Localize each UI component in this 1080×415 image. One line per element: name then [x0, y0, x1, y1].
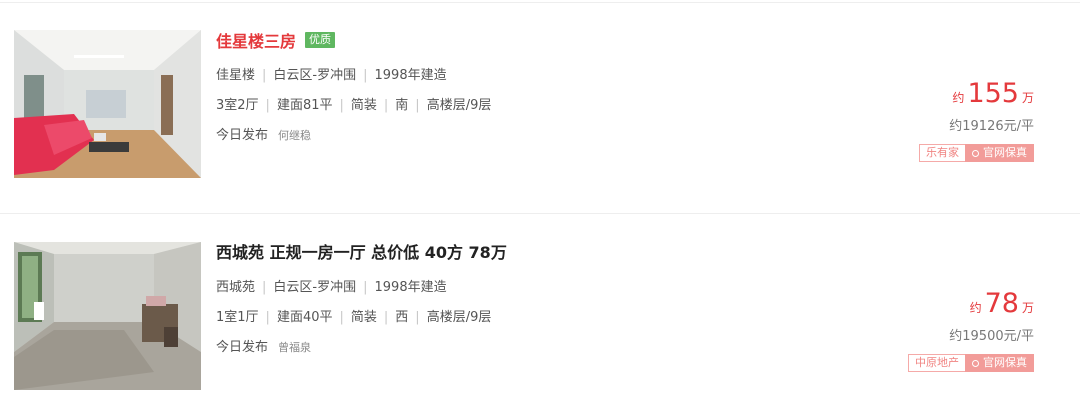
location-line: 西城苑 | 白云区-罗冲围 | 1998年建造	[216, 280, 447, 295]
guarantee-label: 官网保真	[983, 146, 1027, 159]
district-label: 白云区-罗冲围	[273, 280, 357, 295]
agency-tag[interactable]: 中原地产	[908, 354, 965, 372]
verified-icon	[972, 149, 979, 157]
price-value: 78	[984, 288, 1019, 319]
posted-label: 今日发布	[216, 340, 269, 355]
decoration-label: 简装	[350, 98, 377, 113]
guarantee-label: 官网保真	[983, 356, 1027, 369]
spec-line: 3室2厅 | 建面81平 | 简装 | 南 | 高楼层/9层	[216, 98, 492, 113]
layout-label: 3室2厅	[216, 98, 259, 113]
agent-name[interactable]: 何继稳	[278, 129, 311, 142]
spec-line: 1室1厅 | 建面40平 | 简装 | 西 | 高楼层/9层	[216, 310, 492, 325]
orientation-label: 南	[395, 98, 409, 113]
agency-tags: 中原地产 官网保真	[908, 354, 1034, 372]
price-unit: 万	[1021, 301, 1034, 315]
orientation-label: 西	[395, 310, 409, 325]
agent-name[interactable]: 曾福泉	[278, 341, 311, 354]
location-line: 佳星楼 | 白云区-罗冲围 | 1998年建造	[216, 68, 447, 83]
floor-label: 高楼层/9层	[426, 98, 492, 113]
decoration-label: 简装	[350, 310, 377, 325]
total-price: 约 78 万	[814, 288, 1034, 319]
total-price: 约 155 万	[814, 78, 1034, 109]
listing-photo[interactable]	[14, 30, 201, 178]
floor-label: 高楼层/9层	[426, 310, 492, 325]
listing-title[interactable]: 佳星楼三房	[216, 28, 296, 52]
room-photo-image	[14, 30, 201, 178]
built-year: 1998年建造	[374, 280, 447, 295]
agency-tags: 乐有家 官网保真	[919, 144, 1034, 162]
top-divider	[0, 2, 1080, 3]
price-prefix: 约	[952, 91, 965, 105]
listing-card[interactable]: 佳星楼三房 优质 佳星楼 | 白云区-罗冲围 | 1998年建造 3室2厅 | 建面81平 |…	[0, 30, 1080, 200]
listing-title[interactable]: 西城苑 正规一房一厅 总价低 40方 78万	[216, 239, 507, 263]
built-year: 1998年建造	[374, 68, 447, 83]
guarantee-tag[interactable]: 官网保真	[965, 354, 1034, 372]
verified-icon	[972, 359, 979, 367]
district-label: 白云区-罗冲围	[273, 68, 357, 83]
unit-price: 约19500元/平	[949, 329, 1034, 344]
quality-badge: 优质	[305, 32, 336, 48]
listing-photo[interactable]	[14, 242, 201, 390]
listing-divider	[0, 213, 1080, 214]
posted-line: 今日发布 何继稳	[216, 124, 311, 143]
posted-line: 今日发布 曾福泉	[216, 336, 311, 355]
listing-card[interactable]: 西城苑 正规一房一厅 总价低 40方 78万 西城苑 | 白云区-罗冲围 | 1998年…	[0, 242, 1080, 412]
layout-label: 1室1厅	[216, 310, 259, 325]
agency-tag[interactable]: 乐有家	[919, 144, 965, 162]
price-prefix: 约	[969, 301, 982, 315]
area-label: 建面81平	[276, 98, 333, 113]
price-box: 约 155 万 约19126元/平 乐有家 官网保真	[814, 78, 1034, 162]
price-unit: 万	[1021, 91, 1034, 105]
community-link[interactable]: 西城苑	[216, 280, 255, 295]
unit-price: 约19126元/平	[949, 119, 1034, 134]
community-link[interactable]: 佳星楼	[216, 68, 255, 83]
room-photo-image	[14, 242, 201, 390]
area-label: 建面40平	[276, 310, 333, 325]
price-value: 155	[967, 78, 1019, 109]
price-box: 约 78 万 约19500元/平 中原地产 官网保真	[814, 288, 1034, 372]
posted-label: 今日发布	[216, 128, 269, 143]
guarantee-tag[interactable]: 官网保真	[965, 144, 1034, 162]
